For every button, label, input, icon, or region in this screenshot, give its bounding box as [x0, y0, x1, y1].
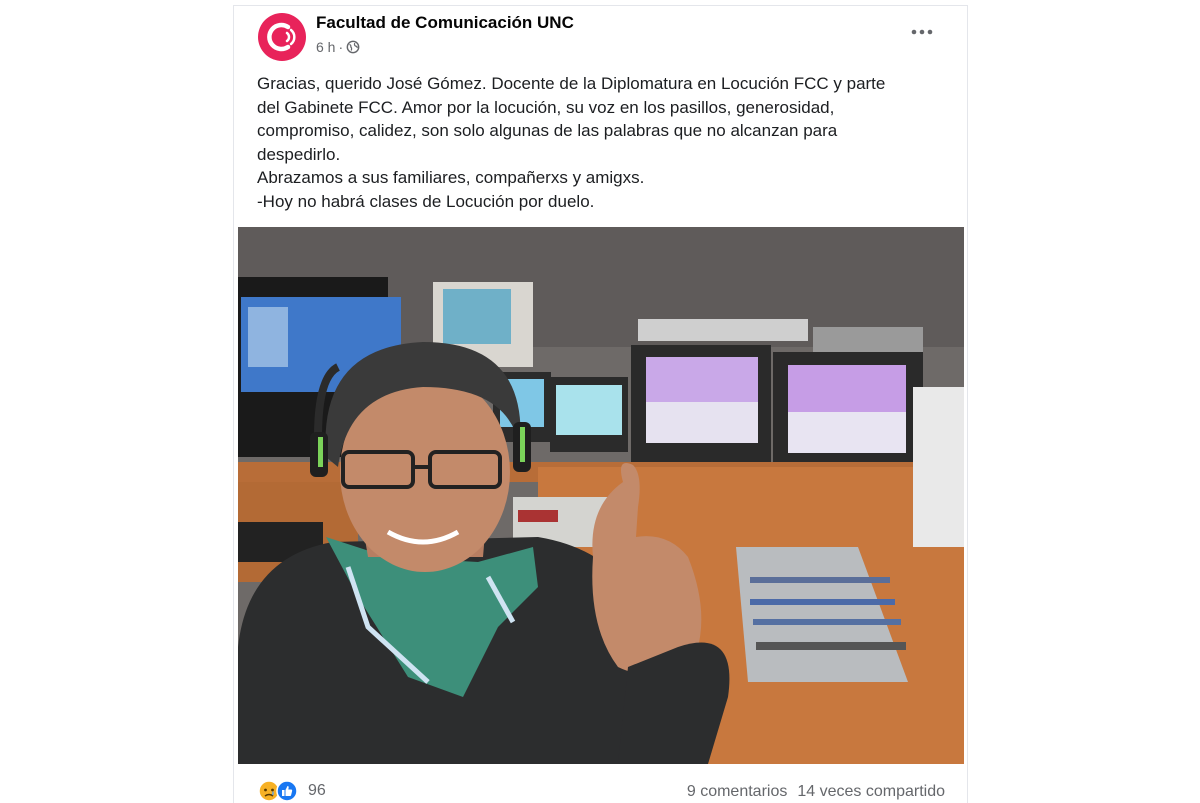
post-text-line: del Gabinete FCC. Amor por la locución, …	[257, 97, 835, 117]
studio-photo-illustration	[238, 227, 964, 764]
reaction-count[interactable]: 96	[308, 782, 326, 800]
post-text-line: compromiso, calidez, son solo algunas de…	[257, 121, 838, 140]
engagement-counts: 9 comentarios 14 veces compartido	[687, 783, 945, 801]
shares-count-link[interactable]: 14 veces compartido	[797, 783, 945, 801]
more-options-button[interactable]	[904, 20, 940, 44]
post-footer: 96 9 comentarios 14 veces compartido	[234, 776, 967, 803]
page-name-link[interactable]: Facultad de Comunicación UNC	[316, 13, 574, 33]
post-time[interactable]: 6 h	[316, 39, 335, 55]
more-horizontal-icon	[911, 29, 933, 35]
post-text-line: despedirlo.	[257, 144, 341, 164]
post-text-line: Gracias, querido José Gómez. Docente de …	[257, 74, 886, 93]
post-card: Facultad de Comunicación UNC 6 h · Graci…	[233, 5, 968, 803]
post-photo[interactable]	[238, 227, 964, 764]
globe-icon[interactable]	[346, 40, 360, 54]
page-avatar[interactable]	[258, 13, 306, 61]
post-message: Gracias, querido José Gómez. Docente de …	[257, 72, 947, 213]
post-text-line: Abrazamos a sus familiares, compañerxs y…	[257, 168, 645, 187]
like-reaction-icon	[276, 780, 298, 802]
comments-count-link[interactable]: 9 comentarios	[687, 783, 788, 801]
reactions-summary[interactable]: 96	[258, 780, 326, 802]
post-text-line: -Hoy no habrá clases de Locución por due…	[257, 191, 595, 211]
fcc-logo-icon	[267, 22, 296, 52]
post-meta: 6 h ·	[316, 39, 360, 55]
meta-separator: ·	[338, 39, 344, 55]
